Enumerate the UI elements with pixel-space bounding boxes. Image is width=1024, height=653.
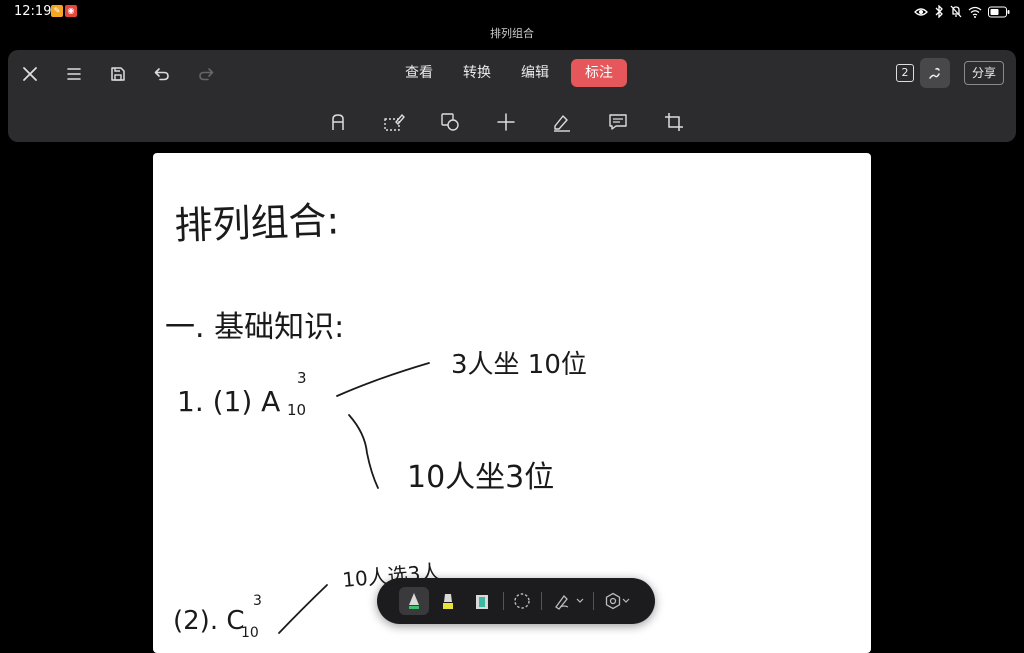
insert-button[interactable] <box>494 110 518 134</box>
handwritten-branch-1: 3人坐 10位 <box>451 350 587 380</box>
handwritten-item-1-superscript: 3 <box>297 369 307 387</box>
handwritten-stroke-upper <box>336 362 430 397</box>
handwritten-item-1-subscript: 10 <box>287 401 306 419</box>
handwritten-item-2-subscript: 10 <box>241 625 259 641</box>
handwritten-item-1: 1. (1) A <box>177 385 280 418</box>
crop-icon <box>665 113 683 131</box>
settings-button[interactable] <box>599 587 635 615</box>
wifi-icon <box>968 6 982 18</box>
floating-pen-toolbar <box>377 578 655 624</box>
settings-icon <box>605 592 621 610</box>
toolbar-top-row: 查看 转换 编辑 标注 2 分享 <box>8 50 1016 96</box>
battery-icon <box>988 6 1010 17</box>
pen-icon <box>409 593 419 609</box>
share-button[interactable]: 分享 <box>963 61 1004 85</box>
lasso-icon <box>514 593 530 609</box>
eraser-icon <box>476 595 488 609</box>
app-notification-icon: ◉ <box>65 5 77 17</box>
handwritten-item-2-superscript: 3 <box>253 593 262 609</box>
app-notification-icon: ✎ <box>51 5 63 17</box>
tab-edit[interactable]: 编辑 <box>513 59 557 87</box>
shape-icon <box>441 113 459 131</box>
pen-style-icon <box>555 595 569 610</box>
eye-icon <box>914 7 928 16</box>
page-count-button[interactable]: 2 <box>896 64 914 82</box>
pen-tool-button[interactable] <box>399 587 429 615</box>
crop-button[interactable] <box>662 110 686 134</box>
tab-convert[interactable]: 转换 <box>455 59 499 87</box>
system-icons <box>914 5 1010 18</box>
tool-row <box>8 106 1016 138</box>
handwritten-branch-2: 10人坐3位 <box>407 460 554 495</box>
handwritten-stroke-c-branch <box>278 584 328 634</box>
select-area-icon <box>384 113 405 131</box>
status-time: 12:19 <box>14 4 52 19</box>
mute-icon <box>950 5 962 18</box>
comment-icon <box>609 114 627 130</box>
tab-annotate[interactable]: 标注 <box>571 59 627 87</box>
shape-button[interactable] <box>438 110 462 134</box>
handwritten-item-2: (2). C <box>173 606 245 636</box>
eraser-pen-button[interactable] <box>550 110 574 134</box>
handwritten-stroke-lower <box>348 414 379 489</box>
select-area-button[interactable] <box>382 110 406 134</box>
text-tool-button[interactable] <box>326 110 350 134</box>
bluetooth-icon <box>935 5 943 18</box>
document-title: 排列组合 <box>490 27 534 40</box>
handwriting-icon <box>929 67 940 79</box>
comment-button[interactable] <box>606 110 630 134</box>
lasso-tool-button[interactable] <box>509 587 535 615</box>
insert-icon <box>497 113 515 131</box>
handwritten-title: 排列组合: <box>174 198 340 248</box>
tab-view[interactable]: 查看 <box>397 59 441 87</box>
highlighter-tool-button[interactable] <box>435 587 461 615</box>
pen-style-button[interactable] <box>549 587 589 615</box>
text-tool-icon <box>332 114 344 130</box>
eraser-tool-button[interactable] <box>469 587 495 615</box>
divider <box>593 592 594 610</box>
eraser-pen-icon <box>554 115 570 132</box>
status-bar: 12:19 ✎ ◉ <box>0 0 1024 24</box>
handwritten-section-heading: 一. 基础知识: <box>165 310 344 345</box>
divider <box>503 592 504 610</box>
chevron-down-icon <box>622 598 630 603</box>
divider <box>541 592 542 610</box>
highlighter-icon <box>443 594 453 609</box>
handwriting-mode-button[interactable] <box>920 58 950 88</box>
chevron-down-icon <box>576 598 584 603</box>
annotation-toolbar: 查看 转换 编辑 标注 2 分享 <box>8 50 1016 142</box>
mode-tabs: 查看 转换 编辑 标注 <box>8 59 1016 87</box>
